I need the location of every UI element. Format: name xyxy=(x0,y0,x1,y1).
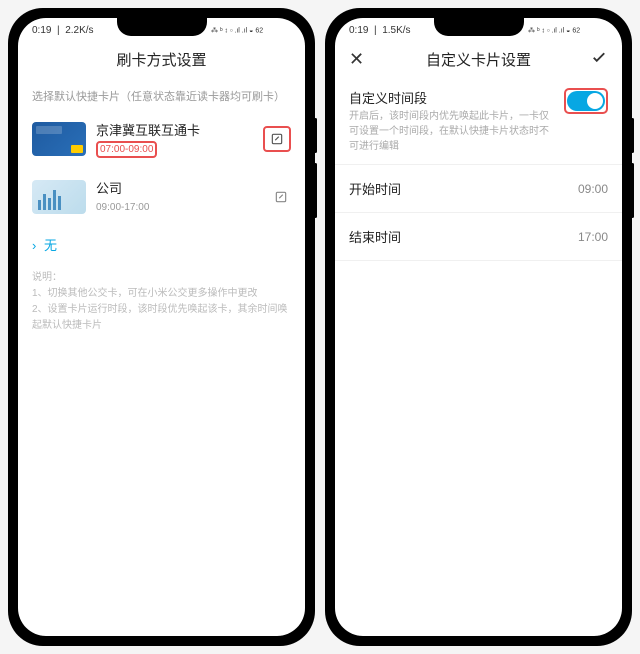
hint-text: 选择默认快捷卡片（任意状态靠近读卡器均可刷卡） xyxy=(18,78,305,110)
custom-time-section: 自定义时间段 开启后，该时间段内优先唤起此卡片，一卡仅可设置一个时间段，在默认快… xyxy=(335,78,622,164)
card-row-company[interactable]: 公司 09:00-17:00 xyxy=(18,168,305,225)
divider xyxy=(335,260,622,261)
start-time-row[interactable]: 开始时间 09:00 xyxy=(335,165,622,212)
card-name: 京津冀互联互通卡 xyxy=(96,120,253,139)
desc-title: 说明： xyxy=(32,270,291,286)
screen-left: 0:19 | 2.2K/s ⁂ ᵇ ↕ ▫ .ıl .ıl ◒ 62 刷卡方式设… xyxy=(18,18,305,636)
edit-highlight xyxy=(263,126,291,152)
svg-text:⁂ ᵇ ↕ ▫ .ıl .ıl ◒ 62: ⁂ ᵇ ↕ ▫ .ıl .ıl ◒ 62 xyxy=(211,27,263,35)
card-name: 公司 xyxy=(96,178,261,197)
status-time: 0:19 xyxy=(32,25,51,36)
status-speed: 2.2K/s xyxy=(65,25,93,36)
card-time-range: 09:00-17:00 xyxy=(96,202,149,213)
start-time-value: 09:00 xyxy=(578,182,608,196)
status-icons: ⁂ ᵇ ↕ ▫ .ıl .ıl ◒ 62 xyxy=(528,25,608,35)
phone-right: 0:19 | 1.5K/s ⁂ ᵇ ↕ ▫ .ıl .ıl ◒ 62 ✕ 自定义… xyxy=(325,8,632,646)
volume-button xyxy=(631,118,634,153)
desc-line-1: 1、切换其他公交卡，可在小米公交更多操作中更改 xyxy=(32,286,291,302)
description: 说明： 1、切换其他公交卡，可在小米公交更多操作中更改 2、设置卡片运行时段，该… xyxy=(18,264,305,340)
volume-button xyxy=(314,118,317,153)
notch xyxy=(117,18,207,36)
card-row-transit[interactable]: 京津冀互联互通卡 07:00-09:00 xyxy=(18,110,305,168)
toggle-highlight xyxy=(564,88,608,114)
title-bar: ✕ 自定义卡片设置 xyxy=(335,40,622,78)
page-title: 刷卡方式设置 xyxy=(116,49,206,70)
power-button xyxy=(314,163,317,218)
card-thumbnail-company xyxy=(32,180,86,214)
status-icons: ⁂ ᵇ ↕ ▫ .ıl .ıl ◒ 62 xyxy=(211,25,291,35)
phone-left: 0:19 | 2.2K/s ⁂ ᵇ ↕ ▫ .ıl .ıl ◒ 62 刷卡方式设… xyxy=(8,8,315,646)
custom-time-toggle[interactable] xyxy=(567,91,605,111)
status-time: 0:19 xyxy=(349,25,368,36)
status-speed: 1.5K/s xyxy=(382,25,410,36)
start-time-label: 开始时间 xyxy=(349,179,401,198)
confirm-icon[interactable] xyxy=(590,48,608,70)
close-icon[interactable]: ✕ xyxy=(349,49,364,70)
card-thumbnail-transit xyxy=(32,122,86,156)
section-title: 自定义时间段 xyxy=(349,88,554,107)
content-left: 选择默认快捷卡片（任意状态靠近读卡器均可刷卡） 京津冀互联互通卡 07:00-0… xyxy=(18,78,305,636)
screen-right: 0:19 | 1.5K/s ⁂ ᵇ ↕ ▫ .ıl .ıl ◒ 62 ✕ 自定义… xyxy=(335,18,622,636)
notch xyxy=(434,18,524,36)
end-time-row[interactable]: 结束时间 17:00 xyxy=(335,213,622,260)
section-subtitle: 开启后，该时间段内优先唤起此卡片，一卡仅可设置一个时间段，在默认快捷卡片状态时不… xyxy=(349,109,554,154)
card-time-range: 07:00-09:00 xyxy=(96,141,157,158)
title-bar: 刷卡方式设置 xyxy=(18,40,305,78)
edit-icon[interactable] xyxy=(267,129,287,149)
none-option[interactable]: 无 xyxy=(18,225,305,264)
edit-icon[interactable] xyxy=(271,187,291,207)
power-button xyxy=(631,163,634,218)
end-time-label: 结束时间 xyxy=(349,227,401,246)
desc-line-2: 2、设置卡片运行时段，该时段优先唤起该卡，其余时间唤起默认快捷卡片 xyxy=(32,302,291,334)
svg-text:⁂ ᵇ ↕ ▫ .ıl .ıl ◒ 62: ⁂ ᵇ ↕ ▫ .ıl .ıl ◒ 62 xyxy=(528,27,580,35)
content-right: 自定义时间段 开启后，该时间段内优先唤起此卡片，一卡仅可设置一个时间段，在默认快… xyxy=(335,78,622,636)
page-title: 自定义卡片设置 xyxy=(426,49,531,70)
end-time-value: 17:00 xyxy=(578,230,608,244)
